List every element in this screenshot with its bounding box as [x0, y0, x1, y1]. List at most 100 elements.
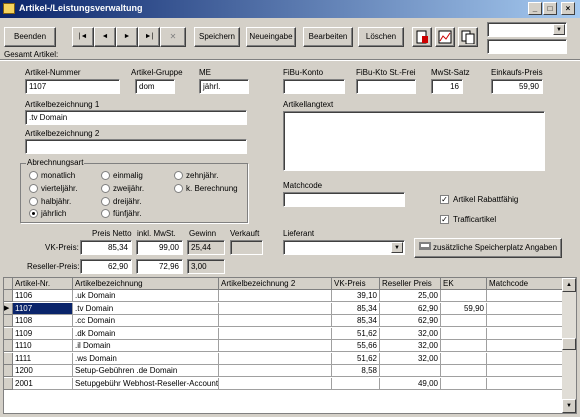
- table-cell[interactable]: .uk Domain: [73, 290, 219, 302]
- column-header[interactable]: Matchcode: [487, 278, 564, 290]
- table-cell[interactable]: [441, 352, 487, 365]
- table-cell[interactable]: 55,66: [332, 340, 380, 352]
- fibu-konto-field[interactable]: [283, 79, 345, 94]
- table-cell[interactable]: 1200: [13, 365, 73, 377]
- table-cell[interactable]: 1106: [13, 290, 73, 302]
- radio-monatlich[interactable]: [29, 171, 38, 180]
- radio-einmalig[interactable]: [101, 171, 110, 180]
- delete-record-button[interactable]: ✕: [160, 27, 186, 47]
- radio-zehnjaehr[interactable]: [174, 171, 183, 180]
- table-cell[interactable]: 1110: [13, 340, 73, 352]
- column-header[interactable]: Artikelbezeichnung: [73, 278, 219, 290]
- row-indicator[interactable]: [4, 327, 13, 340]
- next-record-button[interactable]: ►: [116, 27, 138, 47]
- row-indicator[interactable]: [4, 315, 13, 327]
- table-row[interactable]: ▶ 1107 .tv Domain 85,34 62,90 59,90: [4, 302, 564, 315]
- bezeichnung2-field[interactable]: [25, 139, 247, 154]
- table-cell[interactable]: 2001: [13, 377, 73, 390]
- table-cell[interactable]: 8,58: [332, 365, 380, 377]
- table-cell[interactable]: 1108: [13, 315, 73, 327]
- table-cell[interactable]: [487, 352, 564, 365]
- speichern-button[interactable]: Speichern: [194, 27, 240, 47]
- search-field[interactable]: [487, 39, 567, 54]
- table-cell[interactable]: [441, 340, 487, 352]
- table-cell[interactable]: [219, 327, 332, 340]
- loeschen-button[interactable]: Löschen: [358, 27, 404, 47]
- table-cell[interactable]: 85,34: [332, 302, 380, 315]
- table-cell[interactable]: [487, 327, 564, 340]
- table-cell[interactable]: [487, 340, 564, 352]
- artikel-table[interactable]: Artikel-Nr. Artikelbezeichnung Artikelbe…: [3, 277, 577, 414]
- close-button[interactable]: ×: [561, 2, 575, 15]
- artikel-nummer-field[interactable]: 1107: [25, 79, 120, 94]
- bearbeiten-button[interactable]: Bearbeiten: [303, 27, 353, 47]
- table-row[interactable]: 1110 .il Domain 55,66 32,00: [4, 340, 564, 352]
- chevron-down-icon[interactable]: ▼: [391, 242, 403, 253]
- report-button[interactable]: [412, 27, 432, 47]
- table-cell[interactable]: [441, 315, 487, 327]
- einkaufs-preis-field[interactable]: 59,90: [491, 79, 543, 94]
- radio-jaehrlich[interactable]: [29, 209, 38, 218]
- beenden-button[interactable]: Beenden: [4, 27, 56, 47]
- table-row[interactable]: 1106 .uk Domain 39,10 25,00: [4, 290, 564, 302]
- table-cell[interactable]: 51,62: [332, 327, 380, 340]
- table-cell[interactable]: Setup-Gebühren .de Domain: [73, 365, 219, 377]
- column-header[interactable]: VK-Preis: [332, 278, 380, 290]
- matchcode-field[interactable]: [283, 192, 405, 207]
- table-row[interactable]: 1200 Setup-Gebühren .de Domain 8,58: [4, 365, 564, 377]
- speicherplatz-button[interactable]: zusätzliche Speicherplatz Angaben: [414, 238, 562, 258]
- table-cell[interactable]: 85,34: [332, 315, 380, 327]
- table-row[interactable]: 1111 .ws Domain 51,62 32,00: [4, 352, 564, 365]
- table-cell[interactable]: [219, 377, 332, 390]
- prev-record-button[interactable]: ◄: [94, 27, 116, 47]
- table-cell[interactable]: [380, 365, 441, 377]
- table-cell[interactable]: [487, 302, 564, 315]
- scroll-up-icon[interactable]: ▲: [562, 278, 576, 292]
- rabattfaehig-checkbox[interactable]: ✓: [440, 195, 449, 204]
- table-cell[interactable]: [332, 377, 380, 390]
- neueingabe-button[interactable]: Neueingabe: [246, 27, 296, 47]
- table-cell[interactable]: 32,00: [380, 340, 441, 352]
- row-indicator[interactable]: [4, 340, 13, 352]
- vk-brutto-field[interactable]: 99,00: [136, 240, 183, 255]
- table-cell[interactable]: 25,00: [380, 290, 441, 302]
- chart-button[interactable]: [435, 27, 455, 47]
- table-row[interactable]: 1109 .dk Domain 51,62 32,00: [4, 327, 564, 340]
- row-indicator[interactable]: ▶: [4, 302, 13, 315]
- table-cell[interactable]: 1107: [13, 302, 73, 315]
- scroll-thumb[interactable]: [562, 338, 576, 350]
- reseller-brutto-field[interactable]: 72,96: [136, 259, 183, 274]
- filter-dropdown[interactable]: ▼: [487, 22, 567, 37]
- row-indicator[interactable]: [4, 365, 13, 377]
- column-header[interactable]: Artikel-Nr.: [13, 278, 73, 290]
- table-cell[interactable]: [487, 290, 564, 302]
- table-row[interactable]: 2001 Setupgebühr Webhost-Reseller-Account…: [4, 377, 564, 390]
- table-cell[interactable]: 49,00: [380, 377, 441, 390]
- table-cell[interactable]: 62,90: [380, 315, 441, 327]
- first-record-button[interactable]: |◄: [72, 27, 94, 47]
- column-header[interactable]: Reseller Preis: [380, 278, 441, 290]
- radio-dreijaehr[interactable]: [101, 197, 110, 206]
- table-cell[interactable]: [441, 365, 487, 377]
- vertical-scrollbar[interactable]: ▲ ▼: [562, 278, 576, 413]
- table-cell[interactable]: 51,62: [332, 352, 380, 365]
- last-record-button[interactable]: ►|: [138, 27, 160, 47]
- bezeichnung1-field[interactable]: .tv Domain: [25, 110, 247, 125]
- table-row[interactable]: 1108 .cc Domain 85,34 62,90: [4, 315, 564, 327]
- chevron-down-icon[interactable]: ▼: [553, 24, 565, 35]
- row-indicator[interactable]: [4, 377, 13, 390]
- reseller-netto-field[interactable]: 62,90: [80, 259, 132, 274]
- table-cell[interactable]: 32,00: [380, 352, 441, 365]
- radio-k-berechnung[interactable]: [174, 184, 183, 193]
- table-cell[interactable]: [219, 365, 332, 377]
- table-cell[interactable]: 39,10: [332, 290, 380, 302]
- maximize-button[interactable]: □: [543, 2, 557, 15]
- table-cell[interactable]: 62,90: [380, 302, 441, 315]
- table-cell[interactable]: [219, 302, 332, 315]
- table-cell[interactable]: 59,90: [441, 302, 487, 315]
- table-cell[interactable]: [487, 377, 564, 390]
- table-cell[interactable]: [487, 365, 564, 377]
- minimize-button[interactable]: _: [528, 2, 542, 15]
- vk-netto-field[interactable]: 85,34: [80, 240, 132, 255]
- table-cell[interactable]: [441, 327, 487, 340]
